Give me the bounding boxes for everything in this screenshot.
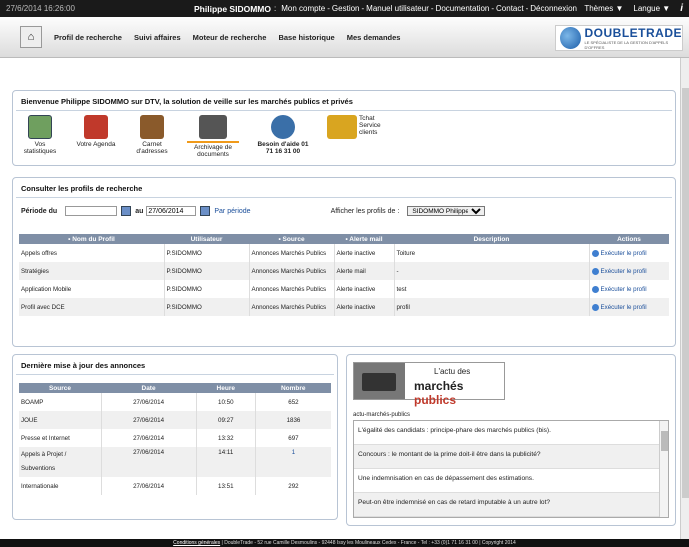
col-actions: Actions <box>589 234 669 244</box>
play-icon <box>591 249 599 257</box>
news-feed: L'égalité des candidats : principe-phare… <box>353 420 669 518</box>
themes-menu[interactable]: Thèmes ▼ <box>584 4 623 13</box>
col-alert[interactable]: • Alerte mail <box>334 234 394 244</box>
profiles-panel: Consulter les profils de recherche Pério… <box>12 177 676 347</box>
table-row: BOAMP 27/06/2014 10:50 652 <box>19 393 331 411</box>
banner-line2b: publics <box>414 393 457 407</box>
calendar-from-icon[interactable] <box>121 206 132 216</box>
home-icon[interactable]: ⌂ <box>20 26 42 48</box>
language-menu[interactable]: Langue ▼ <box>633 4 670 13</box>
link-manuel[interactable]: Manuel utilisateur <box>366 4 429 13</box>
col-description: Description <box>394 234 589 244</box>
to-label: au <box>135 207 144 215</box>
link-contact[interactable]: Contact <box>496 4 524 13</box>
owner-select[interactable]: SIDOMMO Philippe <box>407 206 486 216</box>
execute-profile-button[interactable]: Exécuter le profil <box>591 267 668 275</box>
banner-line2a: marchés <box>414 379 464 393</box>
period-label: Période du <box>21 207 58 215</box>
footer-terms-link[interactable]: Conditions générales <box>173 540 220 546</box>
execute-profile-button[interactable]: Exécuter le profil <box>591 285 668 293</box>
date-to-input[interactable] <box>146 206 197 216</box>
top-bar: 27/6/2014 16:26:00 Philippe SIDOMMO : Mo… <box>0 0 689 17</box>
address-book-icon <box>140 115 164 139</box>
nav-moteur-recherche[interactable]: Moteur de recherche <box>193 33 267 42</box>
feed-label: actu-marchés-publics <box>353 412 411 418</box>
execute-profile-button[interactable]: Exécuter le profil <box>591 249 668 257</box>
table-row: Application Mobile P.SIDOMMO Annonces Marc… <box>19 280 669 298</box>
play-icon <box>591 267 599 275</box>
shortcut-support[interactable]: Besoin d'aide 01 71 16 31 00 <box>253 115 313 158</box>
date-from-input[interactable] <box>65 206 118 216</box>
user-name: Philippe SIDOMMO <box>194 3 271 14</box>
col-source: Source <box>19 383 101 393</box>
link-mon-compte[interactable]: Mon compte <box>281 4 325 13</box>
logo-brand: DOUBLETRADE <box>584 26 682 40</box>
table-row: Internationale 27/06/2014 13:51 292 <box>19 477 331 495</box>
welcome-panel: Bienvenue Philippe SIDOMMO sur DTV, la s… <box>12 90 676 166</box>
main-nav: ⌂ Profil de recherche Suivi affaires Mot… <box>0 17 689 58</box>
actu-panel: L'actu des marchés publics actu-marchés-… <box>346 354 676 526</box>
news-item[interactable]: Concours : le montant de la prime doit-i… <box>354 445 668 469</box>
support-icon <box>271 115 295 139</box>
calendar-icon <box>84 115 108 139</box>
top-links: Mon compte - Gestion - Manuel utilisateur -… <box>281 4 577 13</box>
col-name[interactable]: • Nom du Profil <box>19 234 164 244</box>
updates-table: Source Date Heure Nombre BOAMP 27/06/2014… <box>19 383 331 495</box>
col-user: Utilisateur <box>164 234 249 244</box>
shortcut-address-book[interactable]: Carnet d'adresses <box>131 115 173 158</box>
link-documentation[interactable]: Documentation <box>436 4 490 13</box>
logo-tagline: LE SPÉCIALISTE DE LA GESTION D'APPELS D'… <box>584 40 669 50</box>
shortcut-agenda[interactable]: Votre Agenda <box>75 115 117 158</box>
table-row: Appels à Projet / Subventions 27/06/2014 1… <box>19 447 331 477</box>
link-gestion[interactable]: Gestion <box>332 4 360 13</box>
execute-profile-button[interactable]: Exécuter le profil <box>591 303 668 311</box>
col-time: Heure <box>196 383 256 393</box>
chart-icon <box>28 115 52 139</box>
nav-profil-recherche[interactable]: Profil de recherche <box>54 33 122 42</box>
play-icon <box>591 285 599 293</box>
shortcut-statistics[interactable]: Vos statistiques <box>19 115 61 158</box>
megaphone-icon <box>362 373 396 391</box>
table-row: Profil avec DCE P.SIDOMMO Annonces Marchés… <box>19 298 669 316</box>
welcome-title: Bienvenue Philippe SIDOMMO sur DTV, la s… <box>16 91 672 111</box>
col-source[interactable]: • Source <box>249 234 334 244</box>
chat-icon <box>327 115 357 139</box>
play-icon <box>591 303 599 311</box>
link-deconnexion[interactable]: Déconnexion <box>530 4 577 13</box>
nav-suivi-affaires[interactable]: Suivi affaires <box>134 33 181 42</box>
calendar-to-icon[interactable] <box>200 206 211 216</box>
news-item[interactable]: Peut-on être indemnisé en cas de retard … <box>354 493 668 517</box>
col-date: Date <box>101 383 197 393</box>
news-item[interactable]: L'égalité des candidats : principe-phare… <box>354 421 668 445</box>
shortcut-archive[interactable]: Archivage de documents <box>187 115 239 158</box>
logo-mark-icon <box>560 27 581 49</box>
footer: Conditions générales | DoubleTrade - 52 … <box>0 539 689 547</box>
shortcut-chat[interactable]: Tchat Service clients <box>327 115 397 158</box>
table-row: JOUE 27/06/2014 09:27 1836 <box>19 411 331 429</box>
doubletrade-logo[interactable]: DOUBLETRADE LE SPÉCIALISTE DE LA GESTION… <box>555 25 683 51</box>
updates-panel: Dernière mise à jour des annonces Source… <box>12 354 338 520</box>
footer-text: | DoubleTrade - 52 rue Camille Desmoulin… <box>220 540 516 546</box>
nav-mes-demandes[interactable]: Mes demandes <box>347 33 401 42</box>
profiles-table: • Nom du Profil Utilisateur • Source • A… <box>19 234 669 316</box>
page-scrollbar[interactable] <box>680 58 689 539</box>
banner-line1: L'actu des <box>434 367 471 376</box>
actu-banner[interactable]: L'actu des marchés publics <box>353 362 505 407</box>
col-count: Nombre <box>255 383 331 393</box>
nav-base-historique[interactable]: Base historique <box>278 33 334 42</box>
by-period-link[interactable]: Par période <box>214 208 250 215</box>
table-row: Presse et Internet 27/06/2014 13:32 697 <box>19 429 331 447</box>
news-item[interactable]: Une indemnisation en cas de dépassement … <box>354 469 668 493</box>
show-profiles-label: Afficher les profils de : <box>330 207 400 215</box>
archive-icon <box>199 115 227 139</box>
datetime: 27/6/2014 16:26:00 <box>6 4 75 13</box>
table-row: Appels offres P.SIDOMMO Annonces Marchés P… <box>19 244 669 262</box>
info-icon[interactable]: i <box>680 3 683 14</box>
profiles-title: Consulter les profils de recherche <box>16 178 672 198</box>
news-scrollbar[interactable] <box>659 421 668 517</box>
table-row: Stratégies P.SIDOMMO Annonces Marchés Publ… <box>19 262 669 280</box>
updates-title: Dernière mise à jour des annonces <box>16 355 334 375</box>
